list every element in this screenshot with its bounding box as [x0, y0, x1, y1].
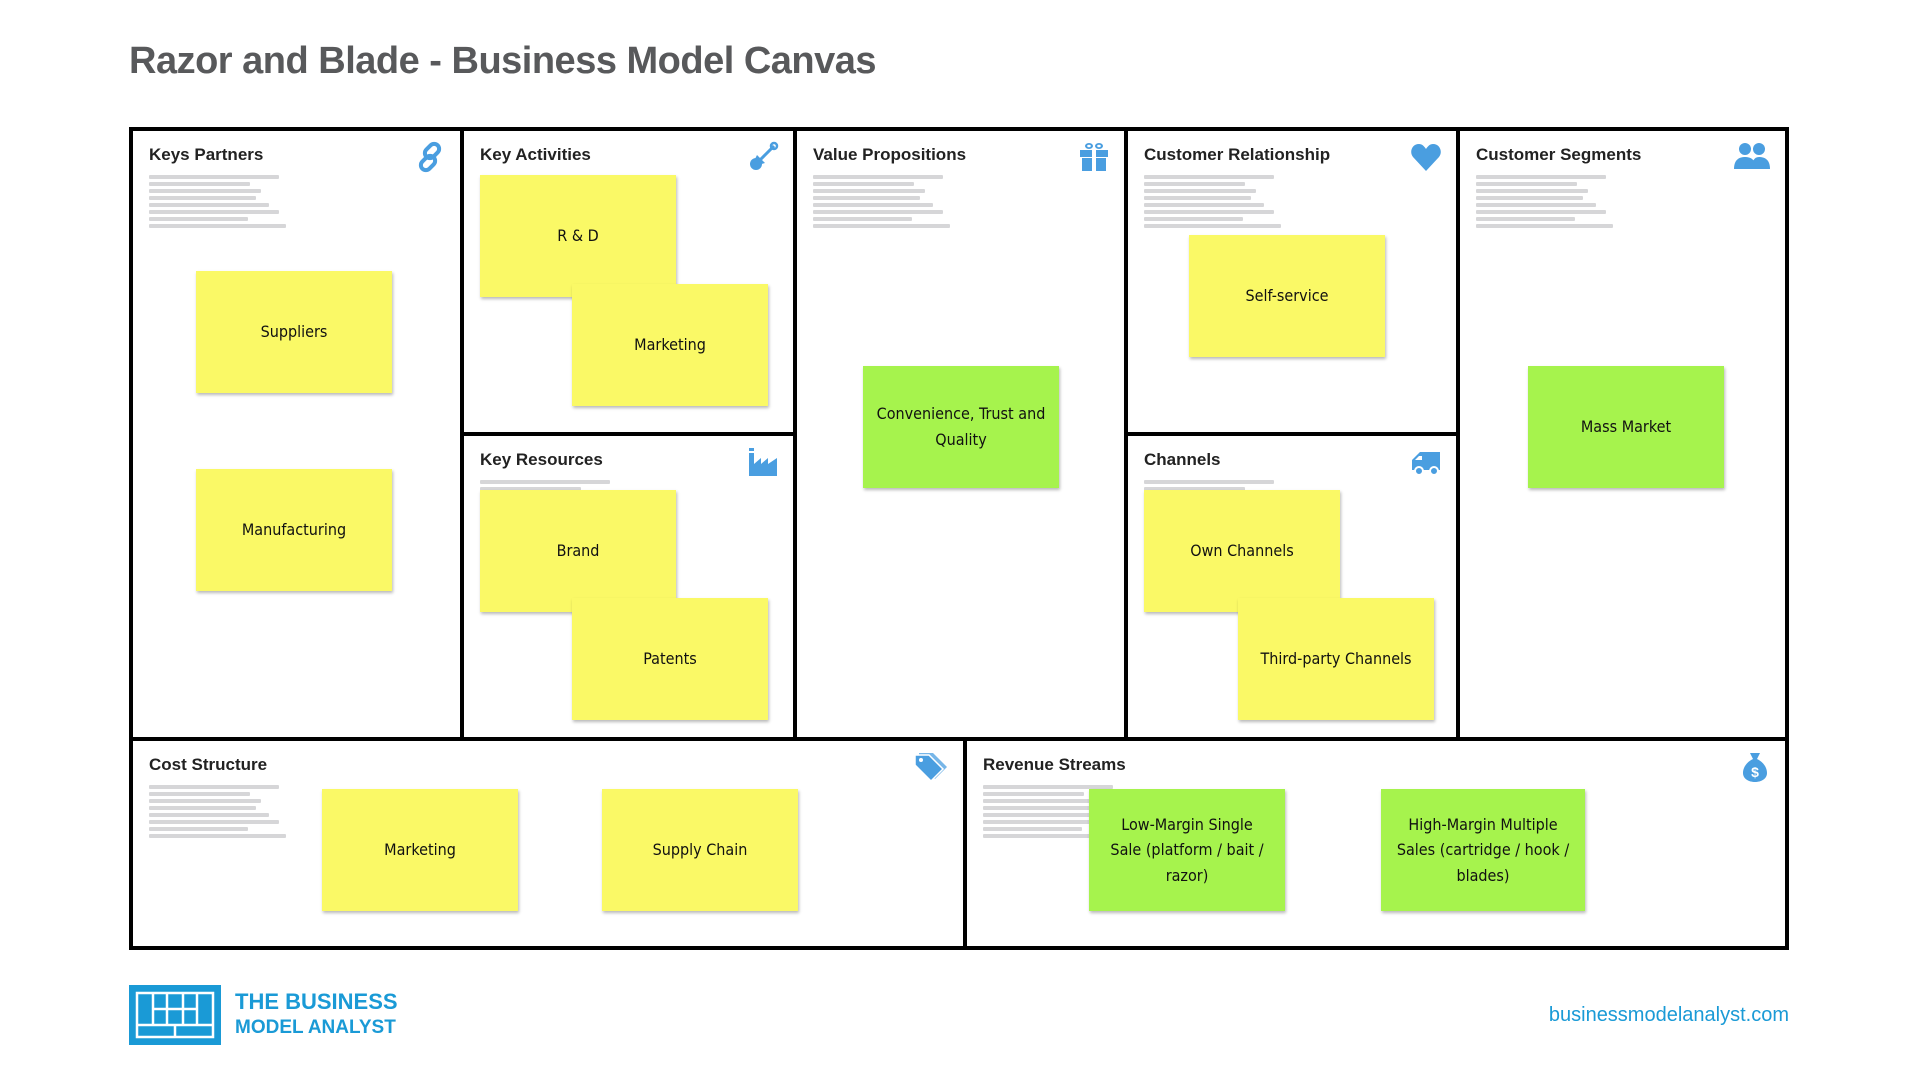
sticky-note[interactable]: Convenience, Trust and Quality — [863, 366, 1059, 488]
gift-icon — [1080, 143, 1108, 171]
sticky-note[interactable]: Patents — [572, 598, 768, 720]
block-title: Key Activities — [480, 145, 591, 164]
sticky-note[interactable]: Third-party Channels — [1238, 598, 1434, 720]
sticky-note[interactable]: Brand — [480, 490, 676, 612]
sticky-note[interactable]: Marketing — [322, 789, 518, 911]
placeholder-lines — [149, 175, 286, 231]
website-link[interactable]: businessmodelanalyst.com — [1549, 1004, 1789, 1027]
sticky-note[interactable]: Manufacturing — [196, 469, 392, 591]
heart-icon — [1411, 144, 1441, 171]
sticky-note[interactable]: Marketing — [572, 284, 768, 406]
block-key-partners: Keys Partners — [129, 127, 464, 741]
sticky-note[interactable]: Mass Market — [1528, 366, 1724, 488]
brand-name: THE BUSINESS MODEL ANALYST — [235, 989, 398, 1041]
sticky-note[interactable]: High-Margin Multiple Sales (cartridge / … — [1381, 789, 1585, 911]
placeholder-lines — [813, 175, 950, 231]
money-bag-icon: $ — [1743, 753, 1767, 782]
users-icon — [1734, 143, 1770, 169]
block-title: Value Propositions — [813, 145, 967, 164]
brand-line-2: MODEL ANALYST — [235, 1017, 396, 1038]
shovel-icon — [750, 141, 779, 170]
block-title: Key Resources — [480, 450, 603, 469]
truck-icon — [1412, 452, 1440, 476]
sticky-note[interactable]: Suppliers — [196, 271, 392, 393]
block-title: Revenue Streams — [983, 755, 1126, 774]
canvas-logo-icon — [129, 985, 221, 1045]
block-cost-structure: Cost Structure — [129, 737, 967, 950]
sticky-note[interactable]: R & D — [480, 175, 676, 297]
factory-icon — [749, 448, 777, 476]
block-title: Customer Relationship — [1144, 145, 1331, 164]
link-icon — [418, 141, 442, 173]
placeholder-lines — [1476, 175, 1613, 231]
sticky-note[interactable]: Supply Chain — [602, 789, 798, 911]
placeholder-lines — [149, 785, 286, 841]
sticky-note[interactable]: Low-Margin Single Sale (platform / bait … — [1089, 789, 1285, 911]
brand-logo[interactable]: THE BUSINESS MODEL ANALYST — [129, 985, 398, 1045]
brand-line-1: THE BUSINESS — [235, 989, 398, 1014]
block-title: Customer Segments — [1476, 145, 1642, 164]
sticky-note[interactable]: Own Channels — [1144, 490, 1340, 612]
block-title: Channels — [1144, 450, 1221, 469]
tag-icon — [914, 753, 947, 783]
block-title: Keys Partners — [149, 145, 264, 164]
block-title: Cost Structure — [149, 755, 268, 774]
page-title: Razor and Blade - Business Model Canvas — [129, 40, 877, 82]
block-revenue-streams: Revenue Streams $ — [963, 737, 1789, 950]
svg-text:$: $ — [1751, 764, 1759, 780]
sticky-note[interactable]: Self-service — [1189, 235, 1385, 357]
placeholder-lines — [1144, 175, 1281, 231]
